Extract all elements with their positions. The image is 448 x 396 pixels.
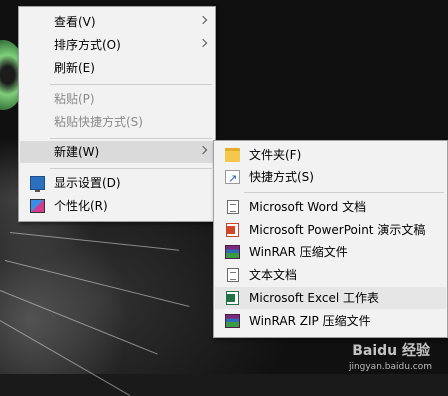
submenu-item-shortcut[interactable]: 快捷方式(S): [215, 166, 446, 190]
shortcut-icon: [225, 168, 240, 190]
menu-item-label: 刷新(E): [54, 61, 95, 75]
menu-item-new[interactable]: 新建(W): [20, 141, 214, 163]
menu-item-sort-by[interactable]: 排序方式(O): [20, 34, 214, 56]
menu-separator: [50, 138, 212, 139]
submenu-item-label: 文本文档: [249, 268, 298, 282]
submenu-item-winrar-zip[interactable]: WinRAR ZIP 压缩文件: [215, 310, 446, 332]
submenu-item-label: Microsoft PowerPoint 演示文稿: [249, 223, 426, 237]
submenu-item-winrar[interactable]: WinRAR 压缩文件: [215, 241, 446, 263]
excel-icon: [226, 291, 239, 305]
menu-item-label: 查看(V): [54, 15, 96, 29]
submenu-item-folder[interactable]: 文件夹(F): [215, 144, 446, 166]
folder-icon: [225, 148, 240, 162]
submenu-item-label: WinRAR ZIP 压缩文件: [249, 314, 371, 328]
menu-item-label: 粘贴快捷方式(S): [54, 115, 143, 129]
menu-separator: [50, 168, 212, 169]
personalize-icon: [30, 199, 45, 213]
menu-item-label: 显示设置(D): [54, 176, 121, 190]
watermark-url: jingyan.baidu.com: [348, 362, 432, 372]
submenu-item-label: WinRAR 压缩文件: [249, 245, 348, 259]
menu-item-label: 粘贴(P): [54, 92, 95, 106]
display-settings-icon: [30, 176, 45, 192]
menu-item-label: 新建(W): [54, 145, 100, 159]
new-submenu: 文件夹(F) 快捷方式(S) Microsoft Word 文档 Microso…: [213, 140, 448, 338]
submenu-item-word-document[interactable]: Microsoft Word 文档: [215, 196, 446, 218]
powerpoint-icon: [226, 223, 239, 237]
whisker-line: [0, 290, 158, 355]
desktop-context-menu: 查看(V) 排序方式(O) 刷新(E) 粘贴(P) 粘贴快捷方式(S) 新建(W…: [18, 6, 216, 222]
submenu-item-powerpoint[interactable]: Microsoft PowerPoint 演示文稿: [215, 219, 446, 241]
menu-item-display-settings[interactable]: 显示设置(D): [20, 172, 214, 194]
whisker-line: [4, 260, 190, 307]
submenu-item-label: Microsoft Excel 工作表: [249, 291, 380, 305]
chevron-right-icon: [198, 15, 208, 25]
menu-item-refresh[interactable]: 刷新(E): [20, 57, 214, 79]
word-document-icon: [227, 200, 239, 214]
menu-separator: [244, 192, 444, 193]
menu-item-label: 个性化(R): [54, 199, 108, 213]
menu-item-label: 排序方式(O): [54, 38, 121, 52]
menu-item-paste[interactable]: 粘贴(P): [20, 88, 214, 110]
chevron-right-icon: [198, 38, 208, 48]
watermark-brand: Baidu 经验: [352, 343, 430, 359]
text-document-icon: [227, 268, 239, 282]
winrar-zip-icon: [225, 314, 240, 328]
menu-item-view[interactable]: 查看(V): [20, 11, 214, 33]
submenu-item-text-document[interactable]: 文本文档: [215, 264, 446, 286]
winrar-icon: [225, 245, 240, 259]
submenu-item-excel[interactable]: Microsoft Excel 工作表: [215, 287, 446, 309]
submenu-item-label: 快捷方式(S): [249, 170, 314, 184]
whisker-line: [0, 320, 131, 396]
menu-item-paste-shortcut[interactable]: 粘贴快捷方式(S): [20, 111, 214, 133]
whisker-line: [9, 232, 180, 251]
menu-item-personalize[interactable]: 个性化(R): [20, 195, 214, 217]
submenu-item-label: 文件夹(F): [249, 148, 302, 162]
menu-separator: [50, 84, 212, 85]
submenu-item-label: Microsoft Word 文档: [249, 200, 367, 214]
chevron-right-icon: [198, 145, 208, 155]
